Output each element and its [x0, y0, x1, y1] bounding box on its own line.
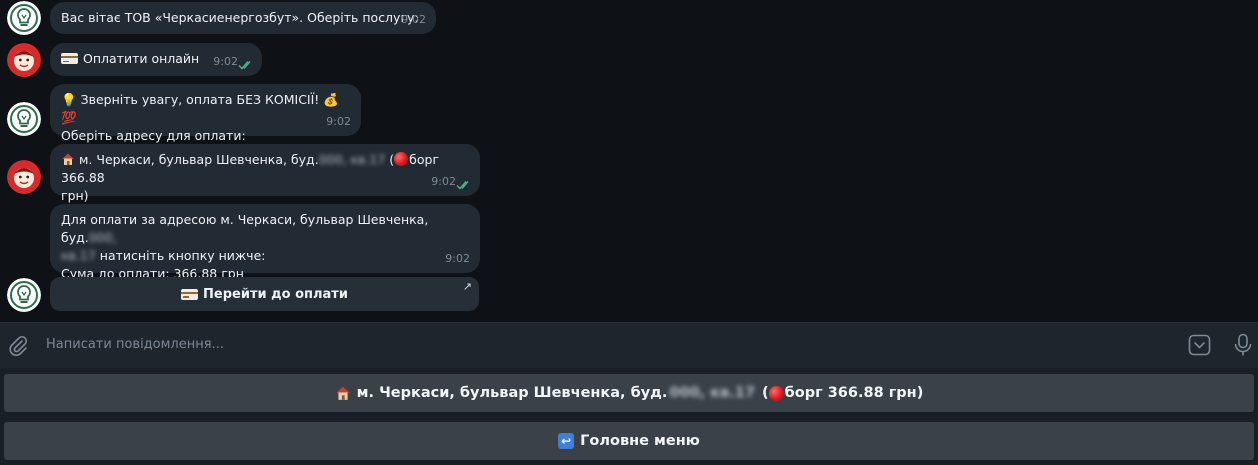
- red-circle-icon: [768, 385, 784, 401]
- address-text: м. Черкаси, бульвар Шевченка, буд.: [79, 152, 319, 167]
- go-to-payment-button[interactable]: Перейти до оплати ↗: [50, 277, 479, 311]
- credit-card-icon: [181, 288, 199, 300]
- message-time: 9:02: [326, 115, 351, 128]
- main-menu-button[interactable]: ↩ Головне меню: [4, 422, 1254, 460]
- message-composer: Написати повідомлення...: [0, 322, 1258, 368]
- message-line: натисніть кнопку нижче:: [99, 248, 266, 263]
- message-time: 9:02: [213, 55, 238, 68]
- message-bubble[interactable]: Вас вітає ТОВ «Черкасиенергозбут». Обері…: [50, 2, 436, 34]
- message-line: Оберіть адресу для оплати:: [61, 128, 246, 143]
- bot-avatar[interactable]: [7, 102, 41, 136]
- hidden-address: 000, кв.17: [318, 152, 386, 167]
- hidden-address: 000, кв.17: [669, 385, 755, 401]
- message-input[interactable]: Написати повідомлення...: [46, 337, 224, 352]
- read-checkmarks-icon: [456, 181, 469, 190]
- debt-text: борг 366.88 грн): [784, 385, 924, 401]
- message-time: 9:02: [431, 175, 456, 188]
- message-time: 9:02: [401, 13, 426, 26]
- address-text: м. Черкаси, бульвар Шевченка, буд.: [356, 385, 668, 401]
- button-label: Головне меню: [580, 433, 700, 449]
- hidden-address: кв.17: [61, 248, 96, 263]
- external-link-icon: ↗: [462, 280, 472, 293]
- message-bubble[interactable]: Для оплати за адресою м. Черкаси, бульва…: [50, 204, 480, 281]
- no-percent-icon: 💯: [61, 110, 77, 125]
- message-text: Вас вітає ТОВ «Черкасиенергозбут». Обері…: [61, 10, 419, 25]
- credit-card-icon: [61, 53, 78, 64]
- chat-history[interactable]: Вас вітає ТОВ «Черкасиенергозбут». Обері…: [0, 0, 1258, 322]
- microphone-icon[interactable]: [1233, 333, 1253, 357]
- hidden-address: 000,: [88, 230, 117, 245]
- message-bubble[interactable]: Оплатити онлайн 9:02: [50, 43, 262, 76]
- message-bubble[interactable]: 💡 Зверніть увагу, оплата БЕЗ КОМІСІЇ! 💰 …: [50, 84, 361, 143]
- money-bag-icon: 💰: [323, 92, 339, 107]
- house-icon: [62, 153, 74, 165]
- message-text: Оплатити онлайн: [83, 51, 200, 66]
- message-bubble[interactable]: м. Черкаси, бульвар Шевченка, буд.000, к…: [50, 144, 480, 203]
- return-arrow-icon: ↩: [558, 433, 575, 449]
- bot-keyboard: м. Черкаси, бульвар Шевченка, буд. 000, к…: [0, 368, 1258, 465]
- address-keyboard-button[interactable]: м. Черкаси, бульвар Шевченка, буд. 000, к…: [4, 374, 1254, 412]
- button-label: Перейти до оплати: [203, 286, 348, 302]
- keyboard-toggle-icon[interactable]: [1188, 334, 1211, 356]
- message-line: Зверніть увагу, оплата БЕЗ КОМІСІЇ!: [80, 92, 320, 107]
- red-circle-icon: [394, 152, 409, 166]
- bot-avatar[interactable]: [7, 278, 41, 312]
- message-time: 9:02: [445, 252, 470, 265]
- house-icon: [335, 386, 350, 400]
- attach-icon[interactable]: [8, 335, 28, 357]
- user-avatar[interactable]: [7, 43, 41, 77]
- user-avatar[interactable]: [7, 160, 41, 194]
- read-checkmarks-icon: [238, 61, 251, 70]
- bot-avatar[interactable]: [7, 1, 41, 35]
- debt-tail: грн): [61, 188, 89, 203]
- light-bulb-icon: 💡: [61, 92, 77, 107]
